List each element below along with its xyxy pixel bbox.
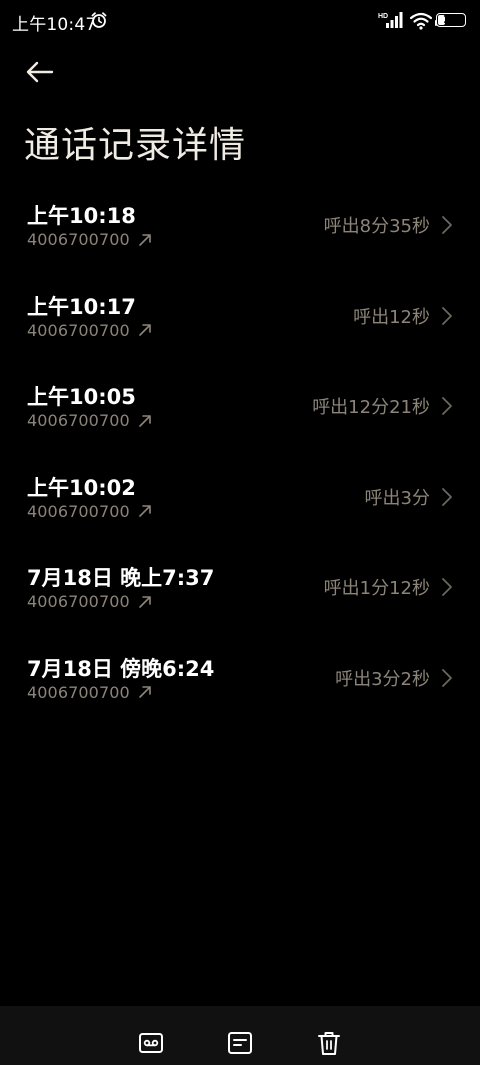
chevron-right-icon: [442, 578, 452, 596]
call-number: 4006700700: [27, 320, 130, 340]
network-label: HD: [378, 13, 388, 20]
call-log-item[interactable]: 上午10:17 4006700700 呼出12秒: [0, 281, 480, 372]
call-number: 4006700700: [27, 592, 130, 611]
call-number: 4006700700: [27, 411, 130, 430]
signal-icon: HD: [378, 12, 403, 28]
outgoing-call-icon: [138, 686, 151, 698]
voicemail-icon: [139, 1033, 163, 1053]
call-number: 4006700700: [27, 682, 130, 702]
call-number-row: 4006700700: [27, 411, 152, 430]
call-time: 上午10:18: [27, 204, 136, 228]
call-log-item[interactable]: 7月18日 傍晚6:24 4006700700 呼出3分2秒: [0, 643, 480, 734]
voicemail-button[interactable]: [138, 1030, 164, 1056]
chevron-right-icon: [442, 487, 452, 506]
call-number: 4006700700: [27, 501, 130, 521]
call-log-item[interactable]: 7月18日 晚上7:37 4006700700 呼出1分12秒: [0, 552, 480, 643]
chevron-right-icon: [442, 397, 452, 415]
call-number-row: 4006700700: [27, 592, 152, 611]
trash-icon: [318, 1032, 340, 1055]
alarm-icon: [91, 12, 107, 28]
note-icon: [228, 1032, 252, 1054]
chevron-right-icon: [442, 306, 452, 325]
call-duration: 呼出1分12秒: [323, 578, 430, 599]
call-log-item[interactable]: 上午10:02 4006700700 呼出3分: [0, 462, 480, 553]
status-bar: 上午10:47 HD 26: [0, 0, 480, 44]
call-number-row: 4006700700: [27, 683, 152, 702]
call-log-item[interactable]: 上午10:05 4006700700 呼出12分21秒: [0, 371, 480, 462]
outgoing-call-icon: [138, 414, 151, 427]
call-number-row: 4006700700: [27, 502, 152, 521]
call-duration: 呼出8分35秒: [323, 216, 430, 237]
call-log-item[interactable]: 上午10:18 4006700700 呼出8分35秒: [0, 190, 480, 281]
back-button[interactable]: [20, 56, 60, 88]
battery-level: 26: [443, 13, 459, 26]
call-number-row: 4006700700: [27, 230, 152, 249]
call-duration: 呼出12秒: [353, 306, 430, 328]
call-time: 上午10:05: [27, 385, 136, 409]
status-time: 上午10:47: [12, 15, 97, 35]
note-button[interactable]: [227, 1030, 253, 1056]
call-number: 4006700700: [27, 230, 130, 249]
outgoing-call-icon: [138, 505, 151, 517]
battery-icon: 26: [435, 13, 466, 27]
outgoing-call-icon: [138, 233, 151, 246]
call-time: 上午10:17: [27, 294, 136, 319]
call-duration: 呼出12分21秒: [312, 397, 430, 418]
call-time: 7月18日 傍晚6:24: [27, 656, 215, 681]
wifi-icon: [410, 12, 432, 30]
delete-button[interactable]: [316, 1030, 342, 1056]
call-list: 上午10:18 4006700700 呼出8分35秒 上午10:17 400670070…: [0, 190, 480, 733]
call-number-row: 4006700700: [27, 321, 152, 340]
call-time: 7月18日 晚上7:37: [27, 566, 215, 590]
call-duration: 呼出3分2秒: [335, 668, 430, 690]
call-time: 上午10:02: [27, 475, 136, 500]
page-title: 通话记录详情: [24, 125, 247, 166]
chevron-right-icon: [442, 216, 452, 234]
outgoing-call-icon: [138, 595, 151, 608]
outgoing-call-icon: [138, 324, 151, 336]
back-arrow-icon: [26, 61, 54, 83]
chevron-right-icon: [442, 668, 452, 687]
bottom-bar: [0, 1006, 480, 1065]
call-duration: 呼出3分: [364, 487, 430, 509]
